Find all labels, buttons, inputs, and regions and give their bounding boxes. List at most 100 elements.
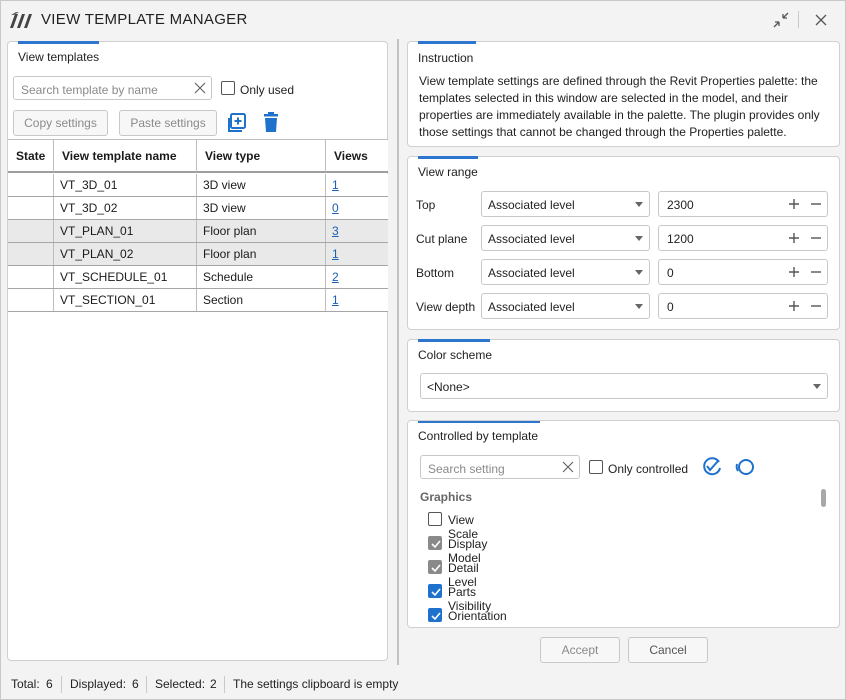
view-depth-level-select[interactable]: Associated level — [481, 293, 650, 319]
cut-plane-offset-input[interactable]: 1200 — [658, 225, 828, 251]
panel-splitter[interactable] — [397, 39, 399, 665]
cell-views: 1 — [326, 289, 388, 311]
cut-plane-offset-value: 1200 — [667, 232, 694, 246]
cut-plane-level-select[interactable]: Associated level — [481, 225, 650, 251]
column-header-name[interactable]: View template name — [54, 140, 197, 172]
controlled-title: Controlled by template — [418, 429, 539, 443]
views-count-link[interactable]: 1 — [332, 178, 339, 192]
bottom-level-select[interactable]: Associated level — [481, 259, 650, 285]
cell-name: VT_SCHEDULE_01 — [54, 266, 197, 288]
table-row-selected[interactable]: VT_PLAN_01 Floor plan 3 — [8, 220, 388, 243]
table-header: State View template name View type Views — [8, 139, 388, 173]
chevron-down-icon — [813, 384, 821, 389]
color-scheme-select[interactable]: <None> — [420, 373, 828, 399]
close-window-button[interactable] — [810, 9, 832, 31]
window: VIEW TEMPLATE MANAGER View templates Sea… — [0, 0, 846, 700]
view-depth-offset-input[interactable]: 0 — [658, 293, 828, 319]
cell-views: 0 — [326, 197, 388, 219]
only-controlled-checkbox[interactable] — [589, 460, 603, 474]
status-separator — [146, 676, 147, 693]
cell-name: VT_PLAN_01 — [54, 220, 197, 242]
top-offset-input[interactable]: 2300 — [658, 191, 828, 217]
window-title: VIEW TEMPLATE MANAGER — [41, 11, 248, 28]
minimize-window-button[interactable] — [770, 9, 792, 31]
views-count-link[interactable]: 3 — [332, 224, 339, 238]
bottom-offset-value: 0 — [667, 266, 674, 280]
bottom-offset-input[interactable]: 0 — [658, 259, 828, 285]
cell-views: 1 — [326, 243, 388, 265]
paste-settings-button[interactable]: Paste settings — [119, 110, 217, 136]
top-level-select[interactable]: Associated level — [481, 191, 650, 217]
plus-icon[interactable] — [787, 231, 801, 245]
bottom-level-value: Associated level — [488, 266, 575, 280]
view-scale-checkbox[interactable] — [428, 512, 442, 526]
table-row[interactable]: VT_SCHEDULE_01 Schedule 2 — [8, 266, 388, 289]
orientation-checkbox[interactable] — [428, 608, 442, 622]
instruction-panel: Instruction View template settings are d… — [407, 41, 840, 147]
orientation-label: Orientation — [448, 609, 507, 623]
views-count-link[interactable]: 1 — [332, 293, 339, 307]
minus-icon[interactable] — [809, 299, 823, 313]
plus-icon[interactable] — [787, 299, 801, 313]
status-separator — [61, 676, 62, 693]
minus-icon[interactable] — [809, 265, 823, 279]
cancel-button[interactable]: Cancel — [628, 637, 708, 663]
cut-plane-label: Cut plane — [416, 232, 468, 246]
views-count-link[interactable]: 2 — [332, 270, 339, 284]
cell-type: Floor plan — [197, 220, 326, 242]
graphics-group-label: Graphics — [420, 490, 473, 504]
total-label: Total: — [11, 677, 40, 691]
views-count-link[interactable]: 0 — [332, 201, 339, 215]
selected-label: Selected: — [155, 677, 206, 691]
cell-name: VT_3D_01 — [54, 174, 197, 196]
setting-search-input[interactable]: Search setting — [420, 455, 580, 479]
panel-accent — [18, 41, 99, 44]
check-all-icon[interactable] — [701, 456, 723, 478]
column-header-state[interactable]: State — [8, 140, 54, 172]
chevron-down-icon — [635, 304, 643, 309]
table-row-selected[interactable]: VT_PLAN_02 Floor plan 1 — [8, 243, 388, 266]
table-row[interactable]: VT_3D_01 3D view 1 — [8, 174, 388, 197]
checkmark-icon — [431, 612, 441, 621]
close-icon — [815, 14, 827, 26]
parts-visibility-checkbox[interactable] — [428, 584, 442, 598]
display-model-checkbox[interactable] — [428, 536, 442, 550]
only-used-checkbox[interactable] — [221, 81, 235, 95]
uncheck-all-icon[interactable] — [734, 456, 756, 478]
cell-state — [8, 289, 54, 311]
plus-icon[interactable] — [787, 197, 801, 211]
status-bar: Total: 6 Displayed: 6 Selected: 2 The se… — [1, 671, 845, 699]
chevron-down-icon — [635, 202, 643, 207]
cell-type: 3D view — [197, 174, 326, 196]
table-row[interactable]: VT_SECTION_01 Section 1 — [8, 289, 388, 312]
add-template-icon[interactable] — [226, 112, 248, 134]
column-header-type[interactable]: View type — [197, 140, 326, 172]
plus-icon[interactable] — [787, 265, 801, 279]
clear-search-icon[interactable] — [194, 82, 206, 94]
template-search-input[interactable]: Search template by name — [13, 76, 212, 100]
accept-button[interactable]: Accept — [540, 637, 620, 663]
selected-value: 2 — [210, 677, 217, 691]
view-templates-title: View templates — [18, 50, 100, 64]
clear-search-icon[interactable] — [562, 461, 574, 473]
app-logo-icon — [10, 12, 32, 28]
views-count-link[interactable]: 1 — [332, 247, 339, 261]
view-depth-offset-value: 0 — [667, 300, 674, 314]
minus-icon[interactable] — [809, 231, 823, 245]
chevron-down-icon — [635, 236, 643, 241]
view-depth-level-value: Associated level — [488, 300, 575, 314]
table-row[interactable]: VT_3D_02 3D view 0 — [8, 197, 388, 220]
scrollbar-thumb[interactable] — [821, 489, 826, 507]
checkmark-icon — [431, 540, 441, 549]
bottom-label: Bottom — [416, 266, 455, 280]
column-header-views[interactable]: Views — [326, 140, 388, 172]
color-scheme-panel: Color scheme <None> — [407, 339, 840, 412]
copy-settings-button[interactable]: Copy settings — [13, 110, 108, 136]
view-range-panel: View range Top Associated level 2300 Cut… — [407, 156, 840, 330]
minus-icon[interactable] — [809, 197, 823, 211]
titlebar-separator — [798, 11, 799, 28]
delete-template-icon[interactable] — [262, 112, 280, 134]
cell-type: Schedule — [197, 266, 326, 288]
detail-level-checkbox[interactable] — [428, 560, 442, 574]
color-scheme-value: <None> — [427, 380, 470, 394]
